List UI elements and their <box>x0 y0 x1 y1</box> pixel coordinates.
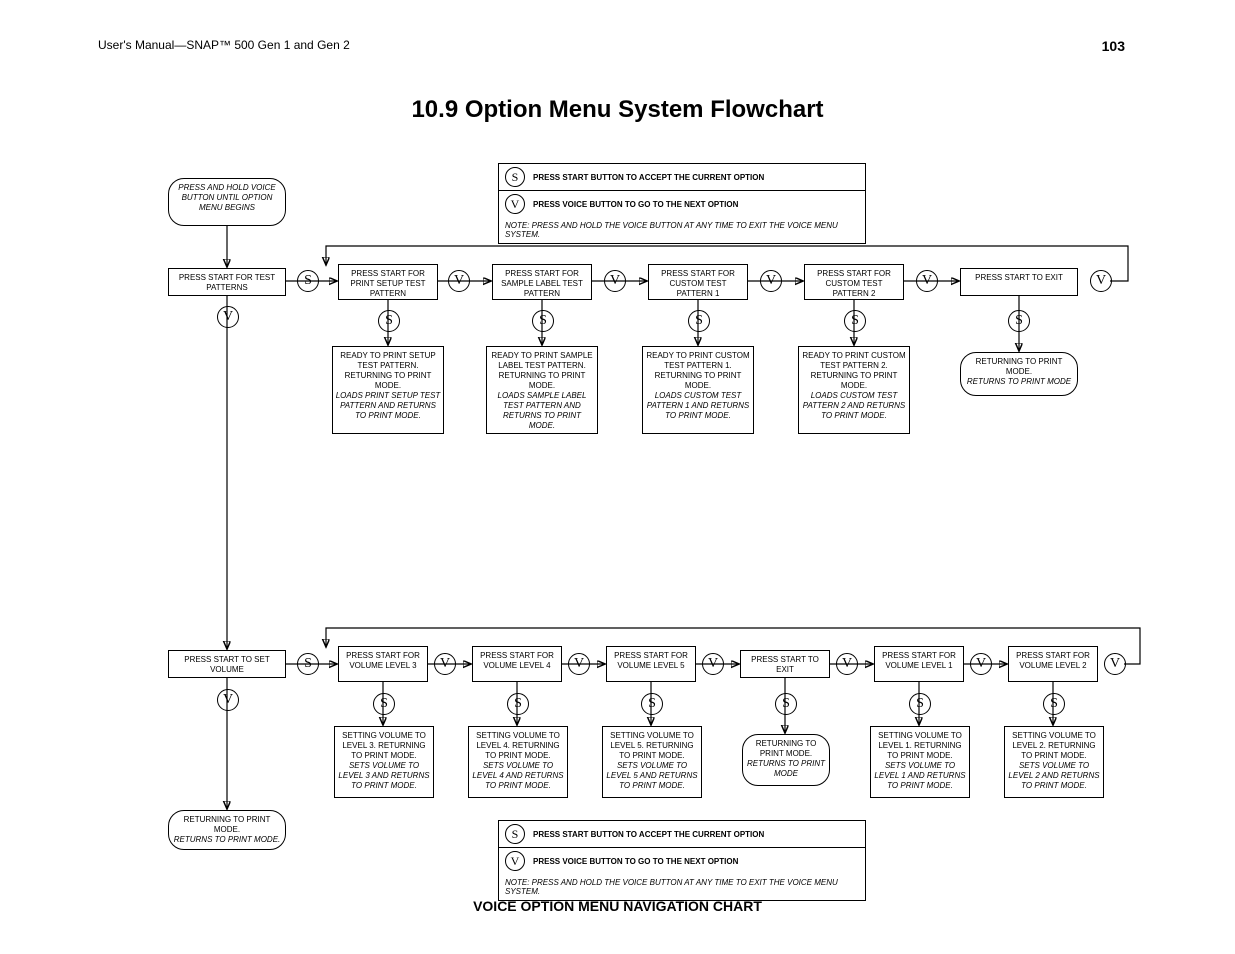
r1-d2a: READY TO PRINT SAMPLE LABEL TEST PATTERN… <box>491 351 592 390</box>
r2-v1: V <box>434 653 456 675</box>
footer-title: VOICE OPTION MENU NAVIGATION CHART <box>0 898 1235 914</box>
legend-note: NOTE: PRESS AND HOLD THE VOICE BUTTON AT… <box>499 217 865 243</box>
r1-s5: S <box>1008 310 1030 332</box>
r1-v1: V <box>448 270 470 292</box>
r2-d3a: SETTING VOLUME TO LEVEL 5. RETURNING TO … <box>610 731 694 760</box>
r1-d3: READY TO PRINT CUSTOM TEST PATTERN 1. RE… <box>642 346 754 434</box>
r1-b5: PRESS START TO EXIT <box>960 268 1078 296</box>
r2-s5: S <box>909 693 931 715</box>
r3-a: RETURNING TO PRINT MODE. <box>184 815 271 834</box>
r1-v3: V <box>760 270 782 292</box>
r2-s3: S <box>641 693 663 715</box>
r3-pill: RETURNING TO PRINT MODE. RETURNS TO PRIN… <box>168 810 286 850</box>
legend-v-icon: V <box>505 194 525 214</box>
r2-v3: V <box>702 653 724 675</box>
r2-b6: PRESS START FOR VOLUME LEVEL 2 <box>1008 646 1098 682</box>
r2-d1a: SETTING VOLUME TO LEVEL 3. RETURNING TO … <box>342 731 426 760</box>
r1-s3: S <box>688 310 710 332</box>
r1-v5: V <box>1090 270 1112 292</box>
r2-b3: PRESS START FOR VOLUME LEVEL 5 <box>606 646 696 682</box>
r2-d2: SETTING VOLUME TO LEVEL 4. RETURNING TO … <box>468 726 568 798</box>
r1-v2: V <box>604 270 626 292</box>
r2-b0: PRESS START TO SET VOLUME <box>168 650 286 678</box>
r2-s0: S <box>297 653 319 675</box>
r1-d2b: LOADS SAMPLE LABEL TEST PATTERN AND RETU… <box>498 391 587 430</box>
r1-b0: PRESS START FOR TEST PATTERNS <box>168 268 286 296</box>
r2-d3: SETTING VOLUME TO LEVEL 5. RETURNING TO … <box>602 726 702 798</box>
legend-v-text: PRESS VOICE BUTTON TO GO TO THE NEXT OPT… <box>533 200 738 209</box>
r1-d4a: READY TO PRINT CUSTOM TEST PATTERN 2. RE… <box>802 351 905 390</box>
r3-b: RETURNS TO PRINT MODE. <box>174 835 281 844</box>
r2-d4b: RETURNS TO PRINT MODE <box>747 759 825 778</box>
r1-d4b: LOADS CUSTOM TEST PATTERN 2 AND RETURNS … <box>803 391 906 420</box>
r1-s4: S <box>844 310 866 332</box>
start-pill: PRESS AND HOLD VOICE BUTTON UNTIL OPTION… <box>168 178 286 226</box>
r2-d5: SETTING VOLUME TO LEVEL 1. RETURNING TO … <box>870 726 970 798</box>
doc-header-left: User's Manual—SNAP™ 500 Gen 1 and Gen 2 <box>98 38 350 52</box>
r2-v5: V <box>970 653 992 675</box>
legend-top: S PRESS START BUTTON TO ACCEPT THE CURREN… <box>498 163 866 244</box>
r1-s2: S <box>532 310 554 332</box>
r1-b3: PRESS START FOR CUSTOM TEST PATTERN 1 <box>648 264 748 300</box>
r2-d4: RETURNING TO PRINT MODE. RETURNS TO PRIN… <box>742 734 830 786</box>
r1-d1b: LOADS PRINT SETUP TEST PATTERN AND RETUR… <box>336 391 441 420</box>
r2-s6: S <box>1043 693 1065 715</box>
r2-v4: V <box>836 653 858 675</box>
legend-s-text: PRESS START BUTTON TO ACCEPT THE CURRENT… <box>533 173 764 182</box>
legend2-note: NOTE: PRESS AND HOLD THE VOICE BUTTON AT… <box>499 874 865 900</box>
r1-d3b: LOADS CUSTOM TEST PATTERN 1 AND RETURNS … <box>647 391 750 420</box>
r2-v0: V <box>217 689 239 711</box>
r2-v2: V <box>568 653 590 675</box>
r2-d6a: SETTING VOLUME TO LEVEL 2. RETURNING TO … <box>1012 731 1096 760</box>
r2-d5a: SETTING VOLUME TO LEVEL 1. RETURNING TO … <box>878 731 962 760</box>
r1-exit-pill: RETURNING TO PRINT MODE. RETURNS TO PRIN… <box>960 352 1078 396</box>
r1-d3a: READY TO PRINT CUSTOM TEST PATTERN 1. RE… <box>646 351 749 390</box>
r1-s1: S <box>378 310 400 332</box>
r2-d3b: SETS VOLUME TO LEVEL 5 AND RETURNS TO PR… <box>606 761 697 790</box>
r1-b4: PRESS START FOR CUSTOM TEST PATTERN 2 <box>804 264 904 300</box>
r2-d2a: SETTING VOLUME TO LEVEL 4. RETURNING TO … <box>476 731 560 760</box>
r1-d4: READY TO PRINT CUSTOM TEST PATTERN 2. RE… <box>798 346 910 434</box>
r2-d4a: RETURNING TO PRINT MODE. <box>756 739 817 758</box>
r2-b5: PRESS START FOR VOLUME LEVEL 1 <box>874 646 964 682</box>
r2-b4: PRESS START TO EXIT <box>740 650 830 678</box>
r1-d1: READY TO PRINT SETUP TEST PATTERN. RETUR… <box>332 346 444 434</box>
legend2-v-text: PRESS VOICE BUTTON TO GO TO THE NEXT OPT… <box>533 857 738 866</box>
r2-s1: S <box>373 693 395 715</box>
r1-s0: S <box>297 270 319 292</box>
r1-exit-a: RETURNING TO PRINT MODE. <box>976 357 1063 376</box>
page-number: 103 <box>1102 38 1125 54</box>
r1-d1a: READY TO PRINT SETUP TEST PATTERN. RETUR… <box>340 351 435 390</box>
legend2-s-text: PRESS START BUTTON TO ACCEPT THE CURRENT… <box>533 830 764 839</box>
r1-exit-b: RETURNS TO PRINT MODE <box>967 377 1071 386</box>
r1-b1: PRESS START FOR PRINT SETUP TEST PATTERN <box>338 264 438 300</box>
legend-s-icon: S <box>505 167 525 187</box>
r1-b2: PRESS START FOR SAMPLE LABEL TEST PATTER… <box>492 264 592 300</box>
r1-v0: V <box>217 306 239 328</box>
r2-b2: PRESS START FOR VOLUME LEVEL 4 <box>472 646 562 682</box>
r1-v4: V <box>916 270 938 292</box>
r2-b1: PRESS START FOR VOLUME LEVEL 3 <box>338 646 428 682</box>
legend2-s-icon: S <box>505 824 525 844</box>
r2-d6b: SETS VOLUME TO LEVEL 2 AND RETURNS TO PR… <box>1008 761 1099 790</box>
r2-v6: V <box>1104 653 1126 675</box>
section-title: 10.9 Option Menu System Flowchart <box>0 96 1235 124</box>
r1-d2: READY TO PRINT SAMPLE LABEL TEST PATTERN… <box>486 346 598 434</box>
r2-d2b: SETS VOLUME TO LEVEL 4 AND RETURNS TO PR… <box>472 761 563 790</box>
legend-bottom: S PRESS START BUTTON TO ACCEPT THE CURREN… <box>498 820 866 901</box>
r2-d1: SETTING VOLUME TO LEVEL 3. RETURNING TO … <box>334 726 434 798</box>
r2-d5b: SETS VOLUME TO LEVEL 1 AND RETURNS TO PR… <box>874 761 965 790</box>
legend2-v-icon: V <box>505 851 525 871</box>
r2-s4: S <box>775 693 797 715</box>
r2-s2: S <box>507 693 529 715</box>
r2-d1b: SETS VOLUME TO LEVEL 3 AND RETURNS TO PR… <box>338 761 429 790</box>
r2-d6: SETTING VOLUME TO LEVEL 2. RETURNING TO … <box>1004 726 1104 798</box>
